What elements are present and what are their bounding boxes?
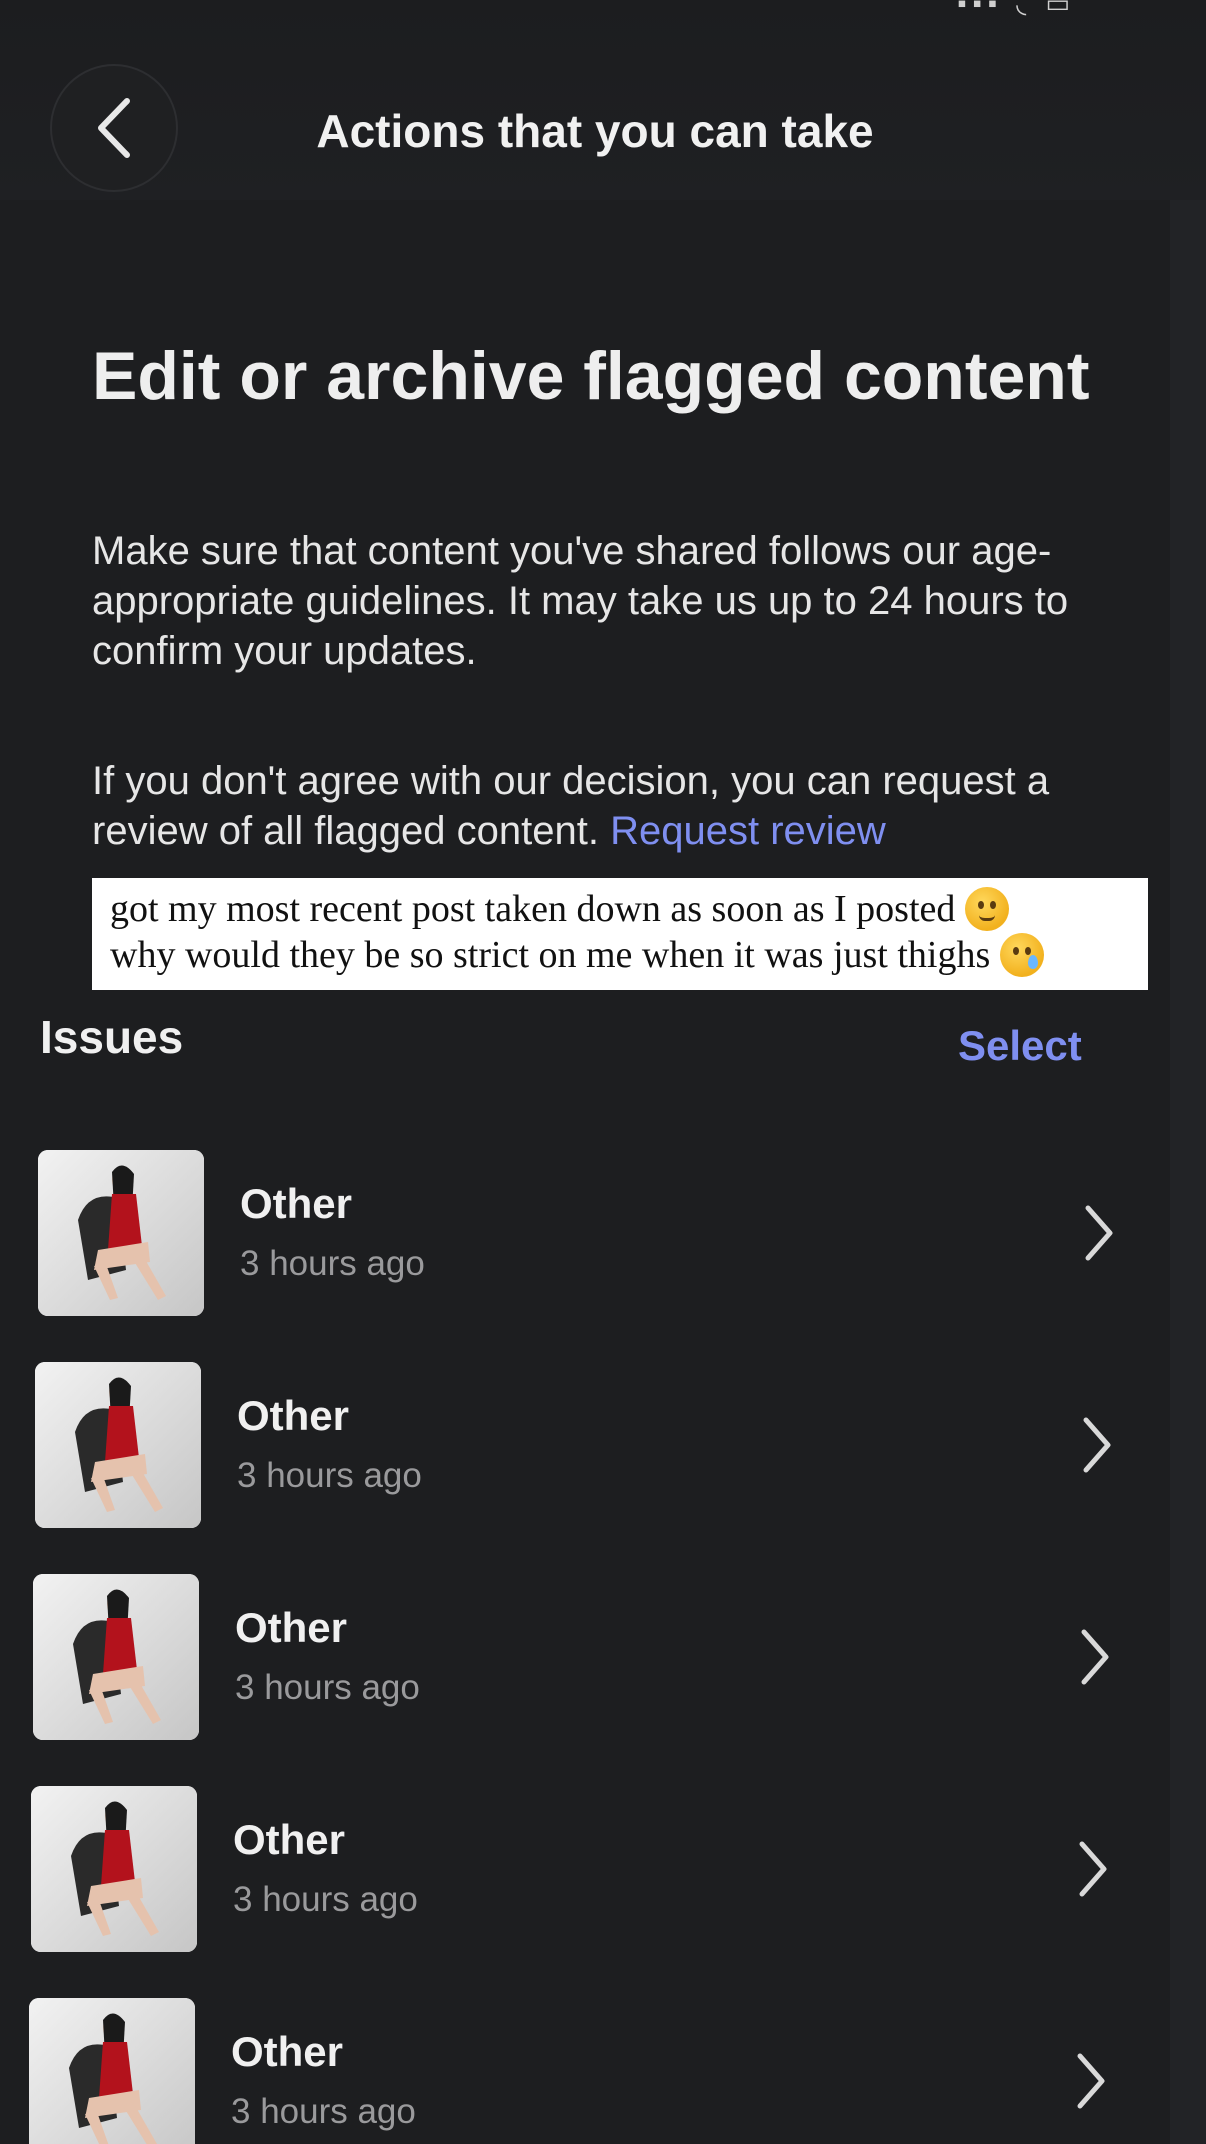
select-button[interactable]: Select [958,1022,1082,1070]
issue-label: Other [235,1604,348,1651]
request-review-link[interactable]: Request review [610,809,886,853]
issue-timestamp: 3 hours ago [231,2092,416,2131]
issue-timestamp: 3 hours ago [240,1244,425,1283]
issue-label: Other [237,1392,350,1439]
overlay-caption: got my most recent post taken down as so… [92,878,1148,990]
page-title: Actions that you can take [316,105,874,157]
caption-line-2: why would they be so strict on me when i… [110,932,1130,978]
issue-label: Other [240,1180,353,1227]
caption-line-1: got my most recent post taken down as so… [110,886,1130,932]
chevron-right-icon[interactable] [1074,1622,1114,1692]
top-bar: ▪▪▪ ◟ ▭ Actions that you can take [0,0,1206,200]
status-bar-icons: ▪▪▪ ◟ ▭ [957,0,1076,18]
issue-timestamp: 3 hours ago [235,1668,420,1707]
issues-heading: Issues [40,1011,184,1063]
melting-face-emoji-icon [965,887,1010,931]
issue-timestamp: 3 hours ago [233,1880,418,1919]
flagged-photo-thumbnail[interactable] [33,1574,199,1740]
issue-list-item[interactable]: Other 3 hours ago [35,1362,1205,1532]
chevron-right-icon[interactable] [1076,1410,1116,1480]
issue-label: Other [231,2028,344,2075]
guideline-description: Make sure that content you've shared fol… [92,529,1069,673]
issue-label: Other [233,1816,346,1863]
review-description-text: If you don't agree with our decision, yo… [92,759,1050,853]
caption-text-2: why would they be so strict on me when i… [110,934,991,976]
issue-timestamp: 3 hours ago [237,1456,422,1495]
section-heading: Edit or archive flagged content [92,338,1090,414]
sad-tear-face-emoji-icon [1000,933,1045,977]
screen: ▪▪▪ ◟ ▭ Actions that you can take Edit o… [0,0,1206,2144]
issue-list-item[interactable]: Other 3 hours ago [33,1574,1203,1744]
flagged-photo-thumbnail[interactable] [35,1362,201,1528]
flagged-photo-thumbnail[interactable] [38,1150,204,1316]
chevron-right-icon[interactable] [1070,2046,1110,2116]
chevron-right-icon[interactable] [1078,1198,1118,1268]
caption-text-1: got my most recent post taken down as so… [110,888,956,930]
issue-list-item[interactable]: Other 3 hours ago [29,1998,1199,2144]
issue-list-item[interactable]: Other 3 hours ago [38,1150,1206,1320]
flagged-photo-thumbnail[interactable] [29,1998,195,2144]
review-description: If you don't agree with our decision, yo… [92,756,1092,876]
issue-list-item[interactable]: Other 3 hours ago [31,1786,1201,1956]
flagged-photo-thumbnail[interactable] [31,1786,197,1952]
chevron-right-icon[interactable] [1072,1834,1112,1904]
